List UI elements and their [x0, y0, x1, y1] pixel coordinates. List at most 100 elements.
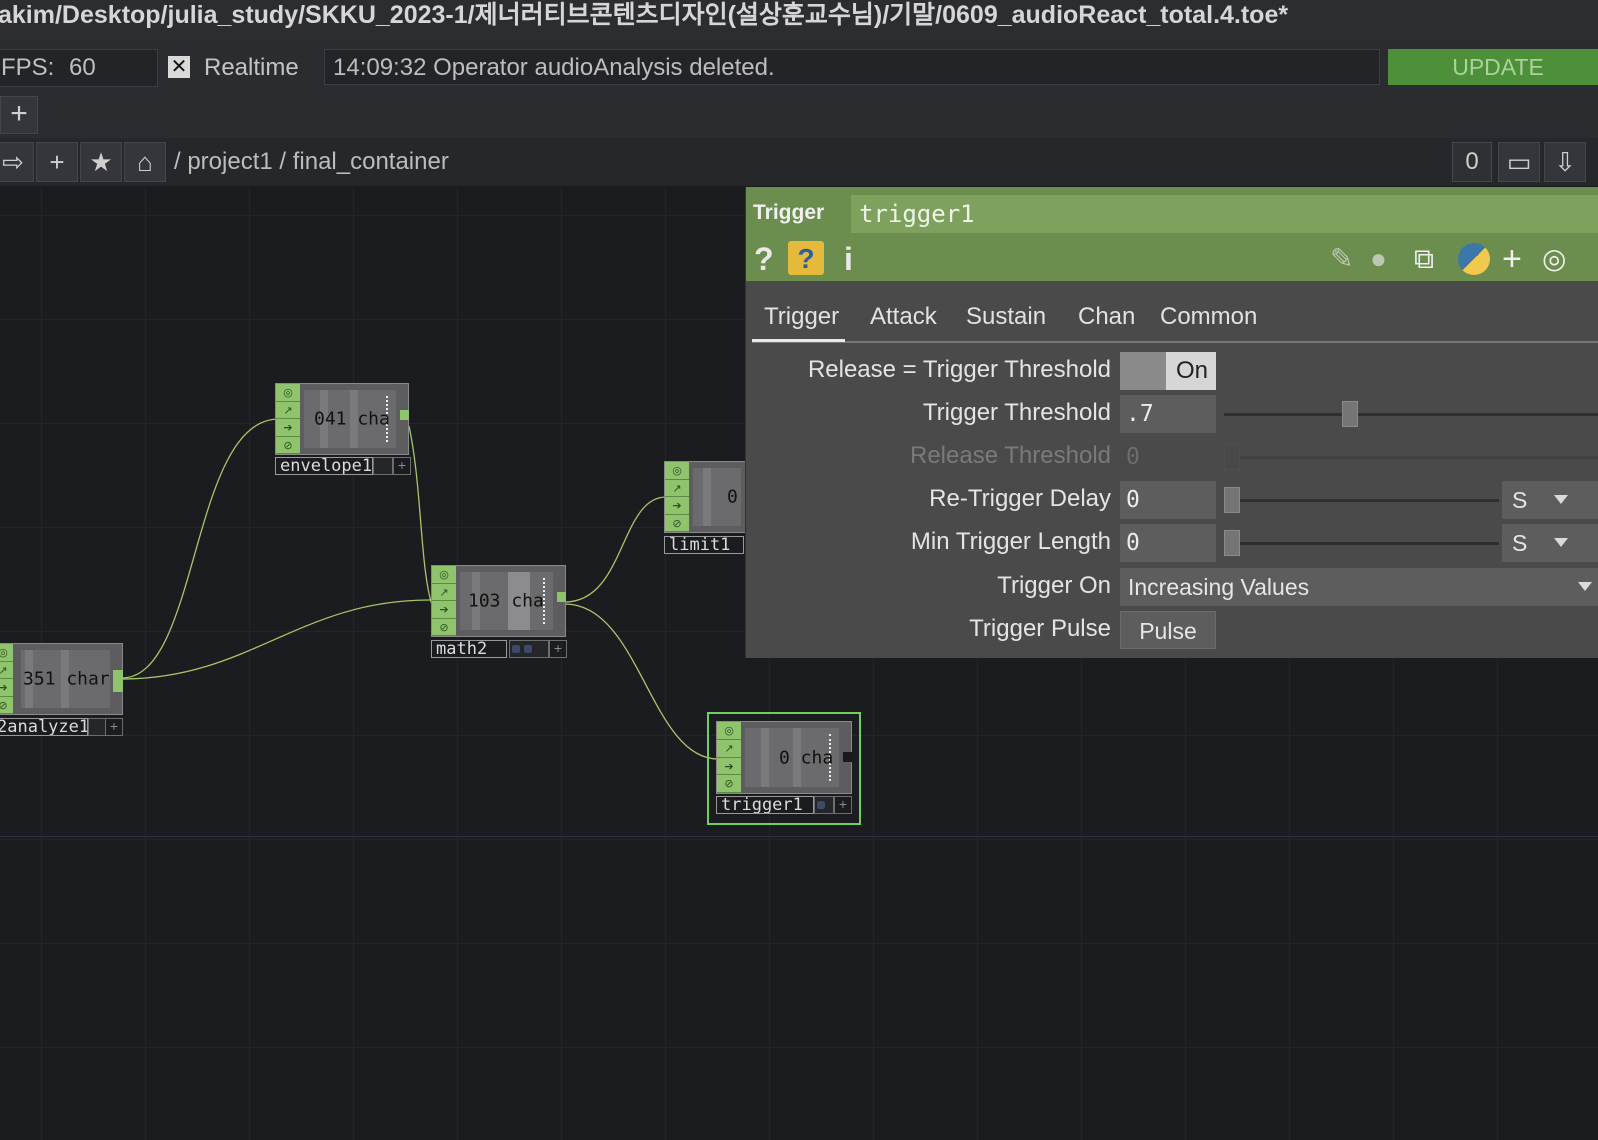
param-release-eq-trigger: Release = Trigger Threshold On	[746, 352, 1598, 390]
retrigger-delay-unit-menu[interactable]: S	[1502, 481, 1598, 519]
back-button[interactable]: ⇨	[0, 142, 34, 182]
node-name[interactable]: math2	[431, 640, 507, 658]
parameter-header: Trigger trigger1 ? ? i ✎ ● ⧉ + ◎	[746, 187, 1598, 281]
parameter-tabs: Trigger Attack Sustain Chan Common	[752, 297, 1598, 343]
tab-common[interactable]: Common	[1148, 303, 1263, 339]
param-label: Release Threshold	[909, 442, 1111, 469]
param-label: Trigger Threshold	[922, 399, 1111, 426]
node-viewer: 351 char	[21, 650, 110, 708]
param-label: Min Trigger Length	[910, 528, 1111, 555]
trigger-threshold-slider[interactable]	[1224, 413, 1598, 416]
operator-name-field[interactable]: trigger1	[851, 195, 1598, 233]
node-name[interactable]: 2analyze1	[0, 718, 88, 736]
node-flags[interactable]	[373, 457, 393, 475]
plus-icon: +	[10, 97, 28, 130]
slider-handle[interactable]	[1224, 487, 1240, 513]
node-viewer: 103 cha	[460, 572, 553, 630]
node-math2[interactable]: ◎ ↗ ➔ ⊘ 103 cha math2 +	[431, 565, 567, 659]
node-trigger1[interactable]: ◎ ↗ ➔ ⊘ 0 cha trigger1 +	[707, 712, 861, 825]
add-operator-button[interactable]: +	[36, 142, 78, 182]
retrigger-delay-field[interactable]: 0	[1120, 481, 1216, 519]
node-readout: 103 cha	[468, 590, 544, 612]
window-title-bar: akim/Desktop/julia_study/SKKU_2023-1/제너러…	[0, 0, 1598, 44]
node-viewer: 0 cha	[745, 728, 839, 787]
slider-handle[interactable]	[1342, 401, 1358, 427]
param-label: Re-Trigger Delay	[929, 485, 1111, 512]
home-button[interactable]: ⌂	[124, 142, 166, 182]
unit-value: S	[1512, 530, 1528, 556]
node-plus-icon[interactable]: +	[105, 718, 123, 736]
node-readout: 041 cha	[314, 408, 390, 430]
chevron-down-icon	[1554, 495, 1568, 504]
network-counter: 0	[1452, 142, 1492, 182]
breadcrumb[interactable]: / project1 / final_container	[174, 148, 449, 176]
min-trigger-length-field[interactable]: 0	[1120, 524, 1216, 562]
info-icon[interactable]: i	[844, 241, 853, 277]
node-outlet[interactable]	[557, 592, 566, 602]
trigger-on-dropdown[interactable]: Increasing Values	[1120, 568, 1598, 606]
fps-label: FPS:	[1, 54, 55, 81]
python-help-icon[interactable]: ?	[788, 241, 824, 275]
node-envelope1[interactable]: ◎ ↗ ➔ ⊘ 041 cha envelope1 +	[275, 383, 411, 476]
update-button[interactable]: UPDATE	[1388, 49, 1598, 85]
pencil-icon[interactable]: ✎	[1330, 241, 1353, 277]
min-trigger-length-unit-menu[interactable]: S	[1502, 524, 1598, 562]
node-name[interactable]: envelope1	[275, 457, 373, 475]
clone-icon[interactable]: ⧉	[1414, 241, 1434, 277]
add-pane-button[interactable]: +	[0, 96, 38, 134]
node-name[interactable]: limit1	[664, 536, 744, 554]
node-body: ◎ ↗ ➔ ⊘ 041 cha	[275, 383, 409, 455]
plus-icon: +	[49, 147, 65, 177]
realtime-checkbox[interactable]: ✕	[168, 56, 190, 78]
node-plus-icon[interactable]: +	[393, 457, 411, 475]
node-outlet[interactable]	[113, 670, 123, 692]
tab-attack[interactable]: Attack	[858, 303, 943, 339]
node-outlet[interactable]	[843, 752, 852, 762]
node-limit1[interactable]: ◎ ↗ ➔ ⊘ 0 limit1	[664, 461, 754, 555]
slider-handle[interactable]	[1224, 530, 1240, 556]
tab-trigger[interactable]: Trigger	[752, 303, 846, 342]
node-plus-icon[interactable]: +	[834, 796, 852, 814]
window-icon: ▭	[1506, 147, 1532, 177]
node-inlets: ◎ ↗ ➔ ⊘	[665, 462, 689, 532]
node-viewer: 041 cha	[304, 390, 396, 448]
trigger-threshold-field[interactable]: .7	[1120, 395, 1216, 433]
node-readout: 351 char	[23, 668, 110, 690]
param-trigger-pulse: Trigger Pulse Pulse	[746, 611, 1598, 649]
chevron-down-icon	[1578, 582, 1592, 591]
python-icon[interactable]	[1458, 243, 1490, 275]
trigger-pulse-button[interactable]: Pulse	[1120, 611, 1216, 649]
node-name[interactable]: trigger1	[716, 796, 814, 814]
star-icon: ★	[89, 147, 113, 177]
maximize-button[interactable]: ▭	[1498, 142, 1540, 182]
wire-analyze-math	[121, 599, 433, 680]
comment-icon[interactable]: ●	[1370, 241, 1387, 277]
node-flags[interactable]	[814, 796, 834, 814]
param-label: Trigger Pulse	[969, 615, 1111, 642]
node-outlet[interactable]	[400, 410, 409, 420]
favorites-button[interactable]: ★	[80, 142, 122, 182]
wire-envelope-math	[408, 425, 433, 606]
retrigger-delay-slider[interactable]	[1224, 499, 1499, 502]
target-icon[interactable]: ◎	[1542, 241, 1566, 277]
node-flags[interactable]	[509, 640, 549, 658]
wire-math-limit	[564, 496, 667, 603]
download-arrow-icon: ⇩	[1554, 147, 1576, 177]
min-trigger-length-slider[interactable]	[1224, 542, 1499, 545]
param-min-trigger-length: Min Trigger Length 0 S	[746, 524, 1598, 562]
toggle-state: On	[1176, 357, 1209, 384]
plus-icon[interactable]: +	[1502, 241, 1522, 277]
status-message: 14:09:32 Operator audioAnalysis deleted.	[324, 49, 1380, 85]
node-analyze1[interactable]: ◎ ↗ ➔ ⊘ 351 char 2analyze1 +	[0, 643, 123, 737]
param-label: Release = Trigger Threshold	[807, 356, 1111, 383]
node-flags[interactable]	[88, 718, 106, 736]
node-plus-icon[interactable]: +	[549, 640, 567, 658]
tab-chan[interactable]: Chan	[1066, 303, 1141, 339]
export-button[interactable]: ⇩	[1544, 142, 1586, 182]
operator-type: Trigger	[753, 201, 825, 224]
tab-sustain[interactable]: Sustain	[954, 303, 1052, 339]
wire-analyze-envelope	[121, 418, 281, 679]
arrow-right-icon: ⇨	[2, 147, 24, 177]
release-eq-toggle[interactable]: On	[1120, 352, 1216, 390]
help-icon[interactable]: ?	[754, 241, 774, 277]
